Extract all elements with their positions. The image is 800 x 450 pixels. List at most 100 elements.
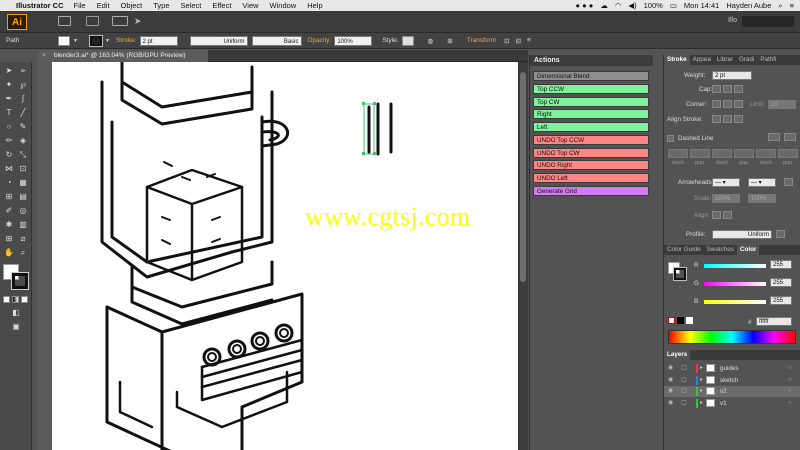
action-set[interactable]: Dimensional Blend [533,71,649,81]
expand-triangle-icon[interactable]: ▸ [700,386,703,397]
scale-tool-icon[interactable]: ⤡ [17,150,29,160]
stroke-color-box[interactable] [11,272,29,290]
magic-wand-icon[interactable]: ✦ [3,80,15,90]
menu-file[interactable]: File [74,1,86,10]
color-spectrum[interactable] [668,330,796,344]
start-scale-field[interactable]: 100% [712,194,740,203]
gpu-performance-icon[interactable]: ➤ [134,16,147,26]
status-dots-icon[interactable]: ● ● ● [576,1,594,10]
actions-panel-title[interactable]: Actions [530,55,653,66]
tab-pathfinder[interactable]: Pathfi [757,55,779,65]
layer-name[interactable]: guides [720,363,739,374]
blender-illustration[interactable] [52,62,518,450]
action-item[interactable]: UNDO Top CCW [533,134,649,145]
channel-b-field[interactable]: 255 [770,296,792,305]
layer-row[interactable]: ◉ ▢ ▸ guides ○ [664,363,800,374]
type-tool-icon[interactable]: T [3,108,15,118]
none-color-icon[interactable] [668,317,675,324]
round-cap-button[interactable] [723,85,732,93]
gap-2-field[interactable] [734,149,754,158]
dash-3-field[interactable] [756,149,776,158]
layer-name[interactable]: v1 [720,398,727,409]
app-name-menu[interactable]: Illustrator CC [16,1,64,10]
target-circle-icon[interactable]: ○ [788,375,792,386]
tab-appearance[interactable]: Appea [690,55,714,65]
action-item[interactable]: Top CW [533,96,649,107]
blend-tool-icon[interactable]: ◎ [17,206,29,216]
white-color-icon[interactable] [686,317,693,324]
direct-selection-tool-icon[interactable]: ➢ [17,66,29,76]
tab-color-guide[interactable]: Color Guide [664,245,704,255]
notification-icon[interactable]: ≡ [790,1,794,10]
panel-menu-icon[interactable]: ≡ [527,37,531,44]
graphic-style-swatch[interactable] [401,35,414,46]
action-item[interactable]: Left [533,122,649,133]
opacity-label[interactable]: Opacity: [308,37,332,44]
none-mode-icon[interactable] [21,296,28,303]
layer-name[interactable]: sketch [720,375,738,386]
shape-builder-icon[interactable]: ◔ [3,178,15,188]
battery-icon[interactable]: ▭ [670,1,677,10]
target-circle-icon[interactable]: ○ [788,363,792,374]
align-dash-button[interactable] [784,133,796,141]
visibility-eye-icon[interactable]: ◉ [668,386,673,397]
end-scale-field[interactable]: 100% [748,194,776,203]
action-item[interactable]: Generate Grid [533,185,649,196]
color-mode-icon[interactable] [3,296,10,303]
stroke-dropdown-icon[interactable]: ▼ [105,38,110,44]
tab-libraries[interactable]: Librar [714,55,736,65]
dash-2-field[interactable] [712,149,732,158]
close-tab-icon[interactable]: × [42,50,46,62]
miter-join-button[interactable] [712,100,721,108]
draw-mode-icon[interactable]: ◧ [10,308,22,318]
eyedropper-icon[interactable]: ✐ [3,206,15,216]
layer-name[interactable]: v2 [720,386,727,397]
canvas[interactable]: www.cgtsj.com [38,62,518,450]
start-arrowhead-select[interactable]: — ▾ [712,178,740,187]
vertical-scrollbar[interactable] [518,62,528,450]
tab-gradient[interactable]: Gradi [736,55,757,65]
stroke-weight-field[interactable]: 2 pt [139,35,178,46]
arrow-tip-end-button[interactable] [723,211,732,219]
dashed-line-checkbox[interactable] [667,135,674,142]
layer-row[interactable]: ◉ ▢ ▸ v2 ○ [664,386,800,397]
column-graph-icon[interactable]: ▥ [17,220,29,230]
menu-view[interactable]: View [242,1,258,10]
ellipse-tool-icon[interactable]: ○ [3,122,15,132]
fill-dropdown-icon[interactable]: ▼ [73,38,78,44]
action-item[interactable]: UNDO Top CW [533,147,649,158]
gap-1-field[interactable] [690,149,710,158]
tab-layers[interactable]: Layers [664,350,691,360]
align-center-button[interactable] [712,115,721,123]
spotlight-icon[interactable]: ⌕ [778,1,782,11]
color-stroke-box[interactable] [673,267,687,281]
lock-icon[interactable]: ▢ [681,386,687,397]
line-tool-icon[interactable]: ╱ [17,108,29,118]
search-stock-input[interactable] [742,16,794,27]
square-cap-button[interactable] [734,85,743,93]
black-color-icon[interactable] [677,317,684,324]
visibility-eye-icon[interactable]: ◉ [668,398,673,409]
tab-color[interactable]: Color [736,245,760,255]
visibility-eye-icon[interactable]: ◉ [668,363,673,374]
artboard[interactable]: www.cgtsj.com [52,62,518,450]
expand-triangle-icon[interactable]: ▸ [700,398,703,409]
gradient-mode-icon[interactable] [12,296,19,303]
tab-stroke[interactable]: Stroke [664,55,690,65]
action-item[interactable]: Right [533,109,649,120]
target-circle-icon[interactable]: ○ [788,398,792,409]
transform-link[interactable]: Transform [467,37,496,44]
paintbrush-icon[interactable]: ✎ [17,122,29,132]
menu-type[interactable]: Type [153,1,169,10]
limit-field[interactable]: 10 [768,100,796,109]
menu-effect[interactable]: Effect [212,1,231,10]
profile-select[interactable]: Uniform [712,230,772,239]
expand-triangle-icon[interactable]: ▸ [700,363,703,374]
curvature-tool-icon[interactable]: ∫ [17,94,29,104]
menu-object[interactable]: Object [121,1,143,10]
gap-3-field[interactable] [778,149,798,158]
preserve-dash-button[interactable] [768,133,780,141]
weight-field[interactable]: 2 pt [712,71,752,80]
stroke-swatch[interactable] [88,34,103,47]
align-outside-button[interactable] [734,115,743,123]
